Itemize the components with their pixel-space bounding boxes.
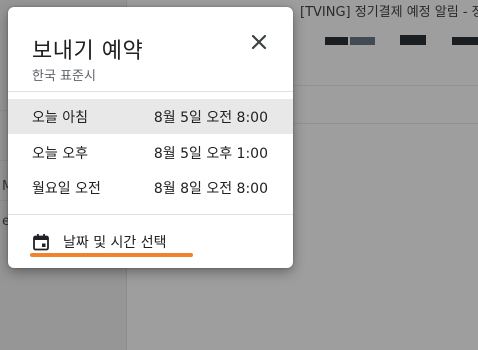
option-this-morning[interactable]: 오늘 아침 8월 5일 오전 8:00 (8, 99, 293, 134)
option-monday-morning[interactable]: 월요일 오전 8월 8일 오전 8:00 (8, 170, 293, 205)
dialog-title: 보내기 예약 (32, 39, 144, 64)
dialog-divider (8, 91, 293, 92)
option-time: 8월 8일 오전 8:00 (153, 181, 268, 197)
option-label: 오늘 아침 (32, 110, 88, 126)
timezone-label: 한국 표준시 (32, 69, 96, 84)
option-label: 월요일 오전 (32, 181, 101, 197)
option-this-afternoon[interactable]: 오늘 오후 8월 5일 오후 1:00 (8, 135, 293, 170)
dialog-divider (8, 214, 293, 215)
option-label: 오늘 오후 (32, 146, 88, 162)
calendar-icon (33, 234, 49, 251)
schedule-send-dialog: 보내기 예약 한국 표준시 오늘 아침 8월 5일 오전 8:00 오늘 오후 … (8, 7, 293, 268)
highlight-underline (30, 253, 193, 257)
close-button[interactable] (246, 29, 272, 55)
close-icon (251, 34, 267, 50)
option-time: 8월 5일 오후 1:00 (153, 146, 268, 162)
pick-date-time-label: 날짜 및 시간 선택 (63, 235, 167, 251)
option-time: 8월 5일 오전 8:00 (153, 110, 268, 126)
